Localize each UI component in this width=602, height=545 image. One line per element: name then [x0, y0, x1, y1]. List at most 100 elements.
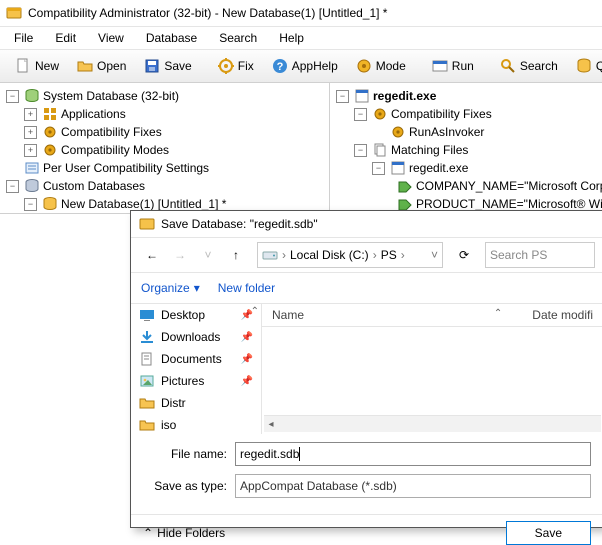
pin-icon[interactable]: 📌 — [241, 332, 253, 343]
column-date[interactable]: Date modifi — [522, 308, 602, 322]
query-button[interactable]: Query — [567, 54, 602, 78]
menu-view[interactable]: View — [88, 29, 134, 47]
place-distr[interactable]: Distr — [131, 392, 261, 414]
column-name[interactable]: Name — [262, 308, 314, 322]
menu-search[interactable]: Search — [209, 29, 267, 47]
hide-folders-toggle[interactable]: ⌃Hide Folders — [143, 526, 225, 540]
gear-icon — [372, 106, 388, 122]
save-icon — [144, 58, 160, 74]
fix-icon — [218, 58, 234, 74]
places-sidebar[interactable]: ⌃ Desktop📌 Downloads📌 Documents📌 Picture… — [131, 304, 262, 434]
scroll-up-icon[interactable]: ⌃ — [251, 306, 259, 317]
run-button[interactable]: Run — [423, 54, 483, 78]
filename-label: File name: — [143, 447, 227, 461]
expander-icon[interactable]: − — [6, 90, 19, 103]
open-button[interactable]: Open — [68, 54, 135, 78]
expander-icon[interactable]: − — [354, 108, 367, 121]
chevron-down-icon: ▾ — [194, 281, 200, 295]
chevron-right-icon[interactable]: › — [401, 248, 405, 262]
node-compat-modes[interactable]: Compatibility Modes — [61, 142, 169, 158]
node-matching-files[interactable]: Matching Files — [391, 142, 468, 158]
expander-icon[interactable]: − — [6, 180, 19, 193]
file-list[interactable]: Name ⌃ Date modifi ◂ — [262, 304, 602, 434]
node-system-database[interactable]: System Database (32-bit) — [43, 88, 179, 104]
chevron-up-icon: ⌃ — [143, 526, 153, 540]
search-button[interactable]: Search — [491, 54, 567, 78]
nav-forward-button: → — [167, 242, 193, 268]
expander-icon[interactable]: + — [24, 108, 37, 121]
crumb-folder[interactable]: PS — [381, 248, 397, 262]
apphelp-button[interactable]: ? AppHelp — [263, 54, 347, 78]
node-applications[interactable]: Applications — [61, 106, 126, 122]
place-downloads[interactable]: Downloads📌 — [131, 326, 261, 348]
database-new-icon — [42, 196, 58, 212]
node-custom-databases[interactable]: Custom Databases — [43, 178, 145, 194]
window-title: Compatibility Administrator (32-bit) - N… — [28, 6, 387, 20]
save-as-type-label: Save as type: — [143, 479, 227, 493]
database-icon — [24, 178, 40, 194]
open-icon — [77, 58, 93, 74]
menu-help[interactable]: Help — [269, 29, 314, 47]
save-button[interactable]: Save — [135, 54, 200, 78]
sort-indicator-icon: ⌃ — [494, 308, 502, 322]
place-documents[interactable]: Documents📌 — [131, 348, 261, 370]
node-compat-fixes[interactable]: Compatibility Fixes — [391, 106, 492, 122]
new-folder-button[interactable]: New folder — [218, 281, 275, 295]
fix-button[interactable]: Fix — [209, 54, 263, 78]
menu-file[interactable]: File — [4, 29, 43, 47]
expander-icon[interactable]: − — [336, 90, 349, 103]
expander-icon[interactable]: − — [24, 198, 37, 211]
menu-database[interactable]: Database — [136, 29, 207, 47]
database-icon — [24, 88, 40, 104]
address-bar[interactable]: › Local Disk (C:) › PS › ˅ — [257, 242, 443, 268]
settings-icon — [24, 160, 40, 176]
documents-icon — [139, 351, 155, 367]
menu-edit[interactable]: Edit — [45, 29, 86, 47]
left-tree[interactable]: −System Database (32-bit) +Applications … — [0, 83, 330, 213]
nav-back-button[interactable]: ← — [139, 242, 165, 268]
chevron-right-icon[interactable]: › — [373, 248, 377, 262]
mode-button[interactable]: Mode — [347, 54, 415, 78]
downloads-icon — [139, 329, 155, 345]
save-confirm-button[interactable]: Save — [506, 521, 591, 545]
pictures-icon — [139, 373, 155, 389]
query-icon — [576, 58, 592, 74]
drive-icon — [262, 247, 278, 263]
filename-input[interactable]: regedit.sdb — [235, 442, 591, 466]
place-desktop[interactable]: Desktop📌 — [131, 304, 261, 326]
expander-icon[interactable]: + — [24, 126, 37, 139]
save-as-type-select[interactable]: AppCompat Database (*.sdb) — [235, 474, 591, 498]
nav-recent-button[interactable]: ˅ — [195, 242, 221, 268]
app-icon — [6, 5, 22, 21]
expander-icon[interactable]: + — [24, 144, 37, 157]
refresh-button[interactable]: ⟳ — [451, 242, 477, 268]
menubar: File Edit View Database Search Help — [0, 27, 602, 50]
nav-up-button[interactable]: ↑ — [223, 242, 249, 268]
files-icon — [372, 142, 388, 158]
crumb-drive[interactable]: Local Disk (C:) — [290, 248, 369, 262]
node-regedit-exe[interactable]: regedit.exe — [373, 88, 436, 104]
node-per-user[interactable]: Per User Compatibility Settings — [43, 160, 209, 176]
exe-icon — [390, 160, 406, 176]
horizontal-scrollbar[interactable]: ◂ — [264, 415, 601, 432]
svg-text:?: ? — [276, 61, 283, 73]
exe-icon — [354, 88, 370, 104]
place-pictures[interactable]: Pictures📌 — [131, 370, 261, 392]
pin-icon[interactable]: 📌 — [241, 376, 253, 387]
gear-icon — [390, 124, 406, 140]
attr-company[interactable]: COMPANY_NAME="Microsoft Corporation" — [416, 178, 602, 194]
place-iso[interactable]: iso — [131, 414, 261, 434]
apphelp-icon: ? — [272, 58, 288, 74]
node-regedit-exe[interactable]: regedit.exe — [409, 160, 468, 176]
organize-menu[interactable]: Organize ▾ — [141, 281, 200, 295]
node-compat-fixes[interactable]: Compatibility Fixes — [61, 124, 162, 140]
chevron-right-icon[interactable]: › — [282, 248, 286, 262]
expander-icon[interactable]: − — [372, 162, 385, 175]
new-button[interactable]: New — [6, 54, 68, 78]
node-runasinvoker[interactable]: RunAsInvoker — [409, 124, 484, 140]
expander-icon[interactable]: − — [354, 144, 367, 157]
search-input[interactable]: Search PS — [485, 242, 595, 268]
right-tree[interactable]: −regedit.exe −Compatibility Fixes RunAsI… — [330, 83, 602, 213]
save-dialog: Save Database: "regedit.sdb" ← → ˅ ↑ › L… — [130, 210, 602, 528]
pin-icon[interactable]: 📌 — [241, 354, 253, 365]
